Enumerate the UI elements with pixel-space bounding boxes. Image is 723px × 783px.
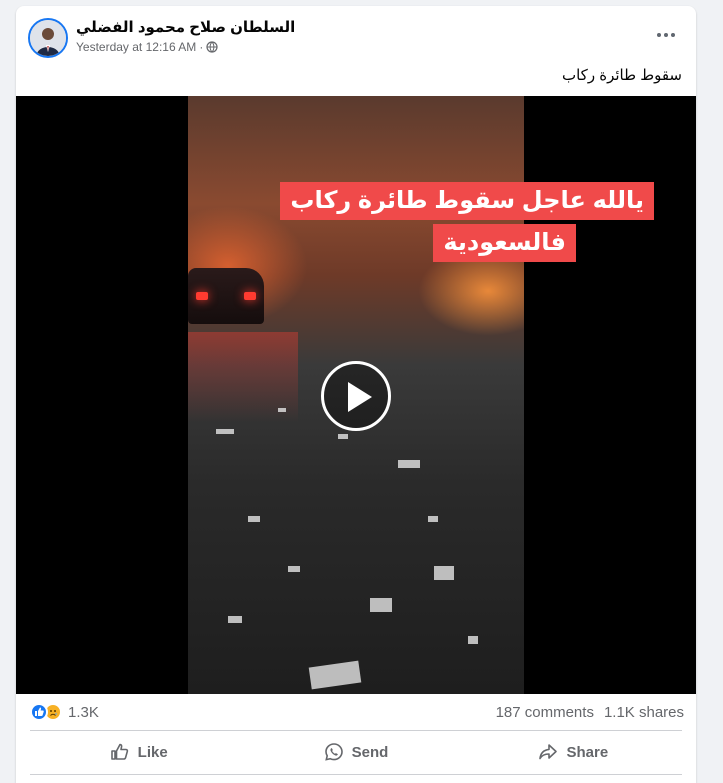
post-caption: سقوط طائرة ركاب (561, 67, 682, 84)
debris (338, 434, 348, 439)
share-button[interactable]: Share (465, 732, 682, 772)
play-icon (348, 382, 372, 412)
debris (428, 516, 438, 522)
share-arrow-icon (539, 744, 558, 760)
author-name[interactable]: السلطان صلاح محمود الفضلي (76, 18, 295, 36)
post-meta: Yesterday at 12:16 AM · (76, 40, 218, 54)
debris (248, 516, 260, 522)
more-options-button[interactable] (648, 20, 684, 50)
whatsapp-icon (324, 743, 343, 761)
debris (370, 598, 392, 612)
debris (434, 566, 454, 580)
debris (216, 429, 234, 434)
comments-count[interactable]: 187 comments (496, 704, 594, 721)
like-label: Like (137, 743, 168, 761)
dot-icon (664, 33, 668, 37)
video-overlay-text: فالسعودية (433, 224, 576, 262)
post-actions: Like Send Share (30, 732, 682, 772)
share-label: Share (566, 743, 609, 761)
video-player[interactable]: يالله عاجل سقوط طائرة ركاب فالسعودية (16, 96, 696, 694)
like-button[interactable]: Like (30, 732, 247, 772)
debris (308, 660, 362, 690)
author-avatar[interactable] (28, 18, 68, 58)
video-overlay-text: يالله عاجل سقوط طائرة ركاب (280, 182, 654, 220)
tail-light (196, 292, 208, 300)
car-shape (188, 268, 264, 324)
shares-count[interactable]: 1.1K shares (604, 704, 684, 721)
divider (30, 730, 682, 731)
post-card: السلطان صلاح محمود الفضلي Yesterday at 1… (16, 6, 696, 783)
post-header: السلطان صلاح محمود الفضلي Yesterday at 1… (16, 6, 696, 66)
post-stats: 1.3K 187 comments 1.1K shares (16, 694, 696, 728)
debris (398, 460, 420, 468)
divider (30, 774, 682, 775)
send-button[interactable]: Send (247, 732, 464, 772)
debris (288, 566, 300, 572)
like-reaction-icon (30, 703, 48, 721)
play-button[interactable] (321, 361, 391, 431)
engagement-counts: 187 comments 1.1K shares (496, 704, 684, 721)
debris (278, 408, 286, 412)
reaction-count: 1.3K (68, 703, 99, 721)
thumbs-up-icon (110, 743, 128, 760)
post-timestamp[interactable]: Yesterday at 12:16 AM (76, 40, 196, 54)
debris (468, 636, 478, 644)
tail-light (244, 292, 256, 300)
dot-icon (671, 33, 675, 37)
globe-icon[interactable] (206, 41, 218, 53)
debris (228, 616, 242, 623)
reactions-summary[interactable]: 1.3K (30, 703, 99, 721)
send-label: Send (351, 743, 389, 761)
meta-separator: · (199, 40, 204, 54)
dot-icon (657, 33, 661, 37)
